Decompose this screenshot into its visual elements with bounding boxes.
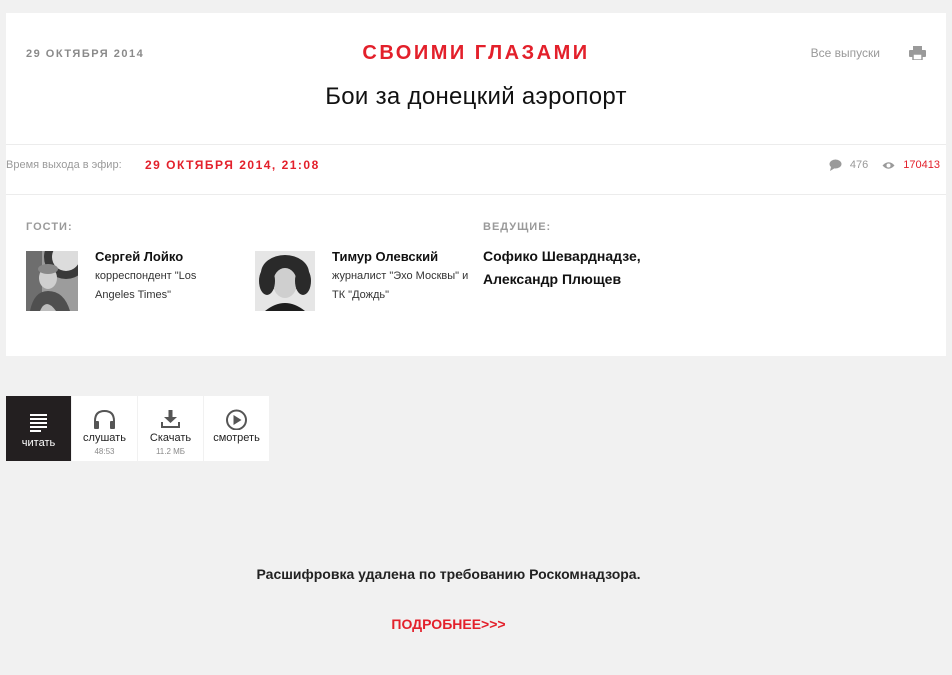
divider: [6, 194, 946, 195]
guest-name[interactable]: Тимур Олевский: [332, 250, 472, 264]
all-issues-link[interactable]: Все выпуски: [811, 46, 880, 60]
tab-watch[interactable]: смотреть: [204, 396, 269, 461]
program-title[interactable]: СВОИМИ ГЛАЗАМИ: [6, 42, 946, 65]
guest-card[interactable]: Тимур Олевский журналист "Эхо Москвы" и …: [255, 250, 472, 311]
tab-listen[interactable]: слушать 48:53: [72, 396, 137, 461]
guest-photo[interactable]: [26, 251, 78, 311]
download-icon: [161, 410, 180, 428]
print-icon[interactable]: [909, 46, 926, 60]
guest-role: корреспондент "Los Angeles Times": [95, 270, 197, 301]
guest-photo[interactable]: [255, 251, 315, 311]
media-tabs: читать слушать 48:53 Скачать 11.2 МБ смо…: [6, 396, 270, 461]
episode-card: 29 ОКТЯБРЯ 2014 СВОИМИ ГЛАЗАМИ Все выпус…: [6, 13, 946, 356]
tab-download-size: 11.2 МБ: [155, 447, 186, 456]
hosts-names[interactable]: Софико Шеварднадзе, Александр Плющев: [483, 245, 703, 291]
guest-name[interactable]: Сергей Лойко: [95, 250, 230, 264]
hosts-label: ВЕДУЩИЕ:: [483, 221, 552, 233]
episode-title: Бои за донецкий аэропорт: [325, 83, 627, 110]
play-circle-icon: [226, 409, 247, 430]
headphones-icon: [94, 410, 115, 429]
episode-stats: 476 170413: [829, 159, 940, 171]
text-lines-icon: [30, 414, 47, 432]
tab-watch-label: смотреть: [213, 432, 260, 444]
guests-label: ГОСТИ:: [26, 221, 73, 233]
air-time-label: Время выхода в эфир:: [6, 159, 122, 171]
tab-download-label: Скачать: [149, 432, 192, 444]
tab-download[interactable]: Скачать 11.2 МБ: [138, 396, 203, 461]
tab-read[interactable]: читать: [6, 396, 71, 461]
transcript-removed-notice: Расшифровка удалена по требованию Роском…: [256, 566, 641, 582]
views-count: 170413: [903, 159, 940, 171]
tab-listen-duration: 48:53: [94, 447, 115, 456]
guest-card[interactable]: Сергей Лойко корреспондент "Los Angeles …: [26, 250, 230, 311]
divider: [6, 144, 946, 145]
comment-icon: [829, 159, 842, 171]
guest-role: журналист "Эхо Москвы" и ТК "Дождь": [332, 270, 469, 301]
tab-read-label: читать: [21, 437, 56, 449]
comments-count[interactable]: 476: [850, 159, 868, 171]
eye-icon: [882, 161, 895, 169]
air-datetime: 29 ОКТЯБРЯ 2014, 21:08: [145, 158, 320, 172]
more-link[interactable]: ПОДРОБНЕЕ>>>: [0, 616, 897, 632]
tab-listen-label: слушать: [83, 432, 126, 444]
